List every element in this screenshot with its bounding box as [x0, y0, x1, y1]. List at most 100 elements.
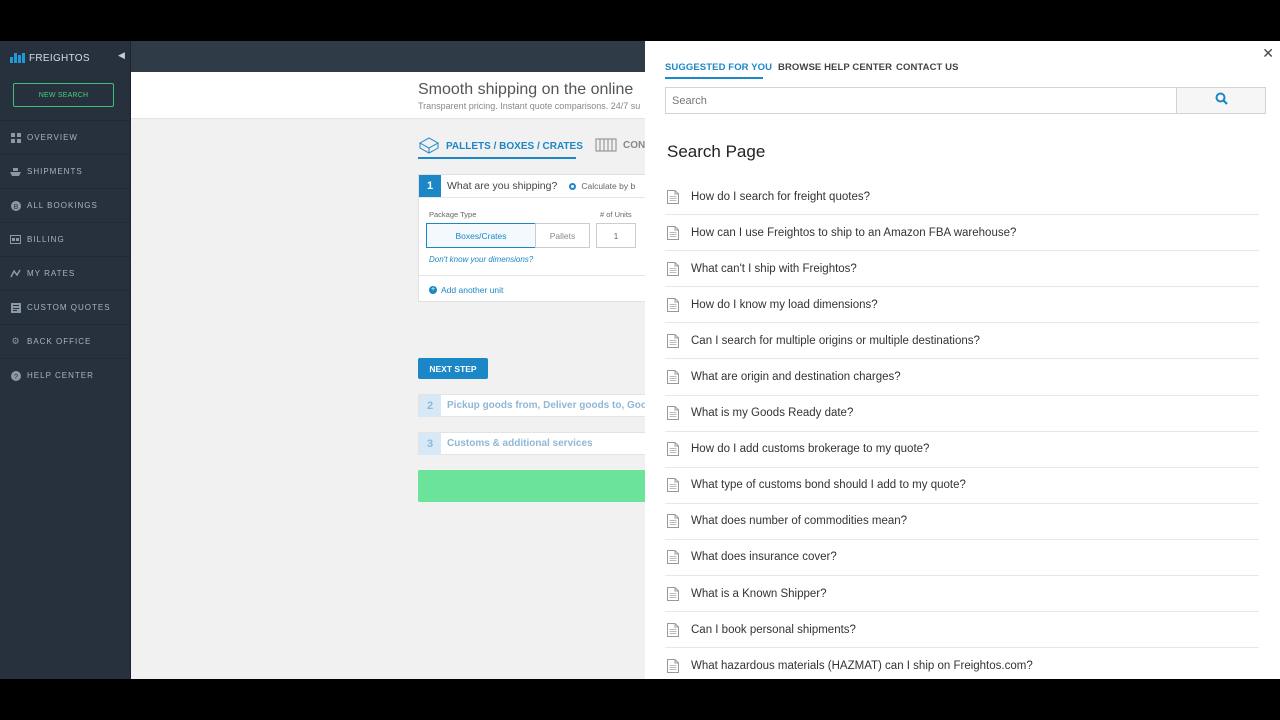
- article-title: What type of customs bond should I add t…: [691, 479, 966, 492]
- sidebar-item-label: ALL BOOKINGS: [27, 201, 98, 210]
- step-number: 1: [419, 175, 441, 197]
- tab-suggested-for-you[interactable]: SUGGESTED FOR YOU: [665, 62, 772, 73]
- close-icon[interactable]: ✕: [1262, 45, 1274, 62]
- active-tab-indicator: [665, 77, 763, 79]
- main-content: PALLETS / BOXES / CRATES CON 1 What are …: [131, 119, 645, 679]
- article-title: What is my Goods Ready date?: [691, 407, 854, 420]
- article-title: What hazardous materials (HAZMAT) can I …: [691, 659, 1033, 672]
- article-item[interactable]: What can't I ship with Freightos?: [665, 251, 1259, 288]
- article-item[interactable]: What is a Known Shipper?: [665, 576, 1259, 613]
- quotes-icon: [10, 302, 21, 313]
- article-item[interactable]: How do I know my load dimensions?: [665, 287, 1259, 324]
- sidebar-item-help-center[interactable]: ? HELP CENTER: [0, 358, 130, 392]
- step3-card[interactable]: 3 Customs & additional services: [418, 432, 645, 455]
- article-title: What can't I ship with Freightos?: [691, 262, 857, 275]
- article-item[interactable]: How do I search for freight quotes?: [665, 179, 1259, 216]
- tab-pallets-boxes-crates[interactable]: PALLETS / BOXES / CRATES: [418, 136, 583, 157]
- article-title: What is a Known Shipper?: [691, 587, 827, 600]
- tab-label: CON: [623, 140, 645, 151]
- units-input[interactable]: 1: [596, 223, 636, 248]
- sidebar-item-all-bookings[interactable]: B ALL BOOKINGS: [0, 188, 130, 222]
- article-item[interactable]: What type of customs bond should I add t…: [665, 468, 1259, 504]
- next-step-button[interactable]: NEXT STEP: [418, 358, 488, 379]
- document-icon: [667, 514, 679, 529]
- pallets-option[interactable]: Pallets: [535, 223, 590, 248]
- ship-icon: [10, 166, 21, 177]
- help-icon: ?: [10, 370, 21, 381]
- sidebar-item-billing[interactable]: BILLING: [0, 222, 130, 256]
- document-icon: [667, 189, 679, 204]
- billing-icon: [10, 234, 21, 245]
- article-title: How do I add customs brokerage to my quo…: [691, 443, 930, 456]
- freightos-logo[interactable]: FREIGHTOS: [10, 51, 90, 65]
- article-item[interactable]: How do I add customs brokerage to my quo…: [665, 432, 1259, 468]
- tab-browse-help-center[interactable]: BROWSE HELP CENTER: [778, 62, 892, 73]
- sidebar-item-label: CUSTOM QUOTES: [27, 303, 111, 312]
- step-number: 2: [419, 394, 441, 417]
- step1-card: 1 What are you shipping? Calculate by b …: [418, 174, 645, 302]
- document-icon: [667, 225, 679, 240]
- article-title: What does insurance cover?: [691, 551, 837, 564]
- package-type-label: Package Type: [429, 210, 477, 219]
- search-quotes-button[interactable]: [418, 470, 645, 502]
- add-unit-label: Add another unit: [441, 284, 504, 295]
- document-icon: [667, 478, 679, 493]
- article-item[interactable]: What does insurance cover?: [665, 540, 1259, 577]
- calculate-by-radio[interactable]: [569, 182, 577, 190]
- article-title: Can I book personal shipments?: [691, 623, 856, 636]
- document-icon: [667, 586, 679, 601]
- gear-icon: ⚙: [11, 336, 20, 346]
- article-title: Can I search for multiple origins or mul…: [691, 334, 980, 347]
- document-icon: [667, 442, 679, 457]
- article-item[interactable]: What hazardous materials (HAZMAT) can I …: [665, 648, 1259, 679]
- sidebar-item-custom-quotes[interactable]: CUSTOM QUOTES: [0, 290, 130, 324]
- active-tab-indicator: [418, 157, 576, 159]
- boxes-crates-option[interactable]: Boxes/Crates: [426, 223, 536, 248]
- dimensions-help-link[interactable]: Don't know your dimensions?: [429, 255, 533, 264]
- sidebar-item-label: BILLING: [27, 235, 65, 244]
- tab-contact-us[interactable]: CONTACT US: [896, 62, 959, 73]
- collapse-sidebar-icon[interactable]: ◀: [118, 50, 125, 61]
- document-icon: [667, 550, 679, 565]
- document-icon: [667, 406, 679, 421]
- page-title: Search Page: [667, 142, 766, 161]
- hero-subtitle: Transparent pricing. Instant quote compa…: [418, 101, 641, 111]
- svg-text:B: B: [13, 204, 18, 211]
- step2-card[interactable]: 2 Pickup goods from, Deliver goods to, G…: [418, 394, 645, 417]
- help-search-input[interactable]: [665, 87, 1177, 114]
- article-item[interactable]: Can I search for multiple origins or mul…: [665, 323, 1259, 360]
- article-item[interactable]: What are origin and destination charges?: [665, 359, 1259, 396]
- article-item[interactable]: How can I use Freightos to ship to an Am…: [665, 215, 1259, 252]
- document-icon: [667, 370, 679, 385]
- new-search-button[interactable]: NEW SEARCH: [13, 83, 114, 107]
- sidebar-item-label: MY RATES: [27, 269, 76, 278]
- article-title: What does number of commodities mean?: [691, 515, 908, 528]
- document-icon: [667, 333, 679, 348]
- sidebar-item-label: SHIPMENTS: [27, 167, 83, 176]
- sidebar-item-overview[interactable]: OVERVIEW: [0, 120, 130, 154]
- sidebar-item-back-office[interactable]: ⚙ BACK OFFICE: [0, 324, 130, 358]
- search-button[interactable]: [1176, 87, 1266, 114]
- step3-title: Customs & additional services: [447, 438, 593, 449]
- page-header: Smooth shipping on the online Transparen…: [131, 72, 645, 119]
- tab-containers[interactable]: CON: [595, 136, 645, 155]
- sidebar-item-shipments[interactable]: SHIPMENTS: [0, 154, 130, 188]
- sidebar-item-my-rates[interactable]: MY RATES: [0, 256, 130, 290]
- article-title: How do I know my load dimensions?: [691, 298, 878, 311]
- article-item[interactable]: What does number of commodities mean?: [665, 504, 1259, 540]
- plus-circle-icon: +: [429, 285, 437, 294]
- sidebar-item-label: HELP CENTER: [27, 371, 94, 380]
- dashboard-icon: [10, 132, 21, 143]
- article-item[interactable]: Can I book personal shipments?: [665, 612, 1259, 649]
- document-icon: [667, 261, 679, 276]
- help-panel: ✕ SUGGESTED FOR YOU BROWSE HELP CENTER C…: [645, 41, 1280, 679]
- logo-text: FREIGHTOS: [29, 52, 90, 64]
- article-list: How do I search for freight quotes? How c…: [665, 179, 1259, 679]
- add-another-unit-link[interactable]: + Add another unit: [419, 275, 645, 303]
- step-number: 3: [419, 432, 441, 455]
- article-item[interactable]: What is my Goods Ready date?: [665, 396, 1259, 432]
- article-title: How do I search for freight quotes?: [691, 190, 870, 203]
- svg-text:?: ?: [14, 374, 18, 381]
- sidebar: FREIGHTOS ◀ NEW SEARCH OVERVIEW SHIPMENT…: [0, 41, 131, 679]
- search-icon: [1215, 92, 1228, 110]
